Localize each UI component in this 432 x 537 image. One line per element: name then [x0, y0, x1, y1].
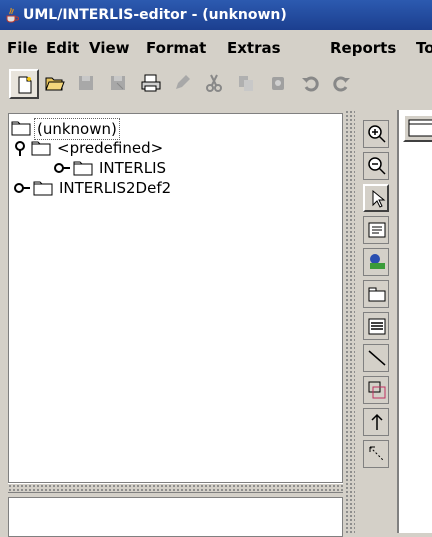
- save-as-button[interactable]: [104, 69, 134, 99]
- inherit-icon: [368, 381, 386, 399]
- text-tool-button[interactable]: [363, 216, 389, 244]
- arrow-up-icon: [371, 413, 383, 430]
- toolbar: [0, 64, 432, 104]
- folder-icon: [33, 181, 53, 196]
- tree-node-root[interactable]: (unknown): [11, 118, 211, 140]
- select-arrow-icon: [372, 189, 386, 208]
- dashed-line-tool-button[interactable]: [363, 440, 389, 468]
- delete-button[interactable]: [264, 69, 294, 99]
- undo-button[interactable]: [296, 69, 326, 99]
- undo-icon: [302, 76, 319, 92]
- save-as-icon: [111, 76, 125, 90]
- print-icon: [141, 74, 161, 92]
- arrow-up-tool-button[interactable]: [363, 408, 389, 436]
- window-title: UML/INTERLIS-editor - (unknown): [23, 7, 287, 23]
- diagram-icon: [408, 119, 432, 137]
- menu-reports[interactable]: Reports: [330, 39, 396, 57]
- redo-icon: [333, 76, 350, 92]
- inherit-tool-button[interactable]: [363, 376, 389, 404]
- folder-icon: [31, 141, 51, 156]
- open-button[interactable]: [40, 69, 70, 99]
- print-button[interactable]: [136, 69, 166, 99]
- zoom-in-button[interactable]: [363, 120, 389, 148]
- list-tool-button[interactable]: [363, 312, 389, 340]
- model-tree[interactable]: (unknown) <predefined> INTERLIS INTERLIS…: [8, 113, 343, 483]
- cut-icon: [206, 74, 222, 92]
- line-tool-button[interactable]: [363, 344, 389, 372]
- new-file-button[interactable]: [9, 69, 39, 99]
- class-icon: [370, 254, 385, 269]
- title-bar: UML/INTERLIS-editor - (unknown): [0, 0, 432, 30]
- menu-edit[interactable]: Edit: [46, 39, 79, 57]
- tree-node-interlis[interactable]: INTERLIS: [53, 158, 253, 178]
- cut-button[interactable]: [200, 69, 230, 99]
- diagram-tab[interactable]: [403, 114, 432, 142]
- expanded-handle-icon: [15, 141, 25, 156]
- menu-tools[interactable]: To: [416, 39, 432, 57]
- tree-node-label: INTERLIS2Def2: [59, 179, 172, 197]
- menu-view[interactable]: View: [89, 39, 130, 57]
- copy-icon: [239, 76, 253, 91]
- zoom-in-icon: [368, 125, 386, 143]
- menu-file[interactable]: File: [7, 39, 38, 57]
- select-tool-button[interactable]: [363, 184, 389, 212]
- open-folder-icon: [45, 77, 65, 91]
- new-file-icon: [18, 76, 32, 94]
- tree-node-predefined[interactable]: <predefined>: [13, 138, 263, 158]
- diagram-canvas[interactable]: [397, 110, 432, 533]
- redo-button[interactable]: [328, 69, 358, 99]
- tree-node-label: (unknown): [34, 118, 120, 140]
- tree-node-label: <predefined>: [57, 139, 164, 157]
- pen-icon: [176, 75, 190, 89]
- pen-button[interactable]: [168, 69, 198, 99]
- save-button[interactable]: [72, 69, 102, 99]
- save-icon: [79, 76, 93, 90]
- tree-node-interlis2def2[interactable]: INTERLIS2Def2: [13, 178, 263, 198]
- menu-bar: File Edit View Format Extras Reports To: [0, 30, 432, 64]
- text-icon: [368, 222, 386, 238]
- class-tool-button[interactable]: [363, 248, 389, 276]
- menu-format[interactable]: Format: [146, 39, 206, 57]
- folder-icon: [11, 121, 31, 136]
- diagram-palette: [358, 110, 394, 533]
- tree-node-label: INTERLIS: [99, 159, 167, 177]
- documentation-pane[interactable]: [8, 497, 343, 537]
- java-cup-icon: [4, 7, 20, 23]
- list-icon: [368, 318, 386, 335]
- folder-icon: [73, 161, 93, 176]
- zoom-out-icon: [368, 157, 386, 175]
- vertical-splitter[interactable]: [345, 110, 355, 533]
- package-icon: [368, 287, 386, 302]
- horizontal-splitter[interactable]: [8, 483, 343, 493]
- dashed-line-icon: [369, 446, 385, 462]
- copy-button[interactable]: [232, 69, 262, 99]
- menu-extras[interactable]: Extras: [227, 39, 281, 57]
- collapsed-handle-icon: [54, 163, 70, 173]
- package-tool-button[interactable]: [363, 280, 389, 308]
- collapsed-handle-icon: [14, 183, 30, 193]
- delete-icon: [272, 77, 284, 90]
- line-icon: [368, 350, 386, 366]
- zoom-out-button[interactable]: [363, 152, 389, 180]
